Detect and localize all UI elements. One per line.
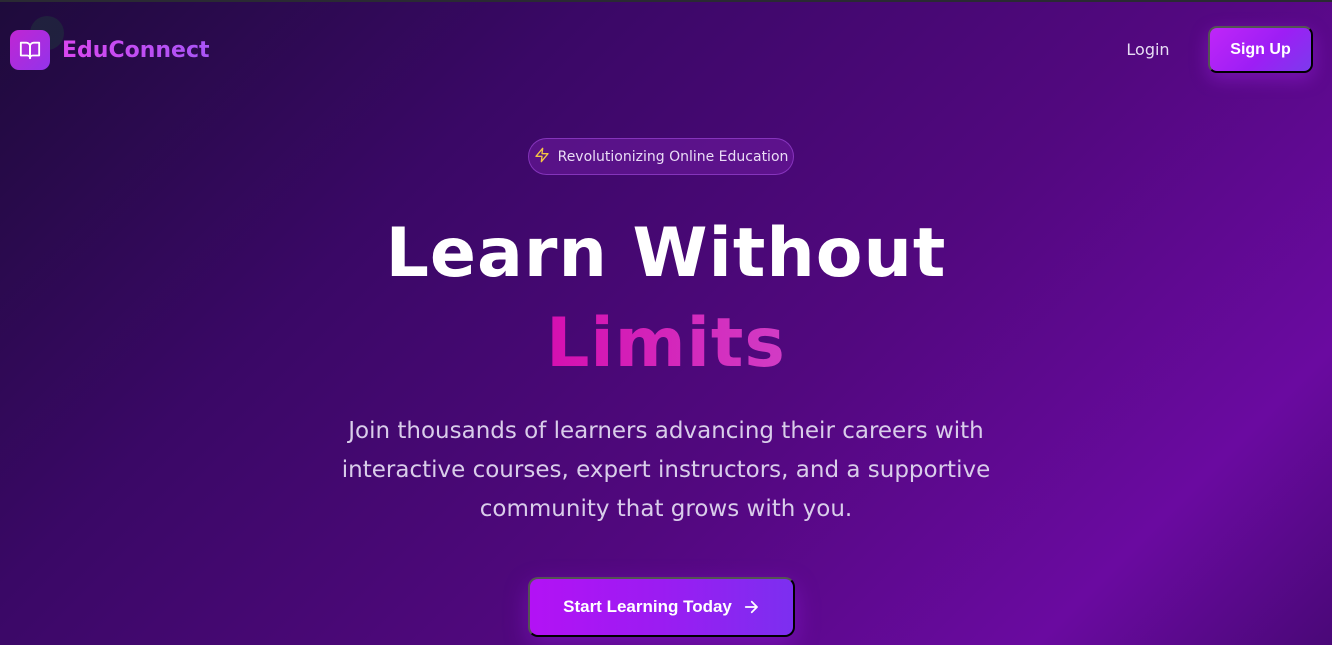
login-link[interactable]: Login xyxy=(1116,38,1180,62)
arrow-right-icon xyxy=(742,598,760,616)
hero-title: Learn Without xyxy=(385,214,947,293)
navbar: EduConnect Login Sign Up xyxy=(0,0,1332,100)
lightning-icon xyxy=(534,147,550,167)
brand-logo-link[interactable]: EduConnect xyxy=(10,30,210,70)
hero-title-highlight: Limits xyxy=(0,302,1332,386)
book-open-icon xyxy=(10,30,50,70)
badge-text: Revolutionizing Online Education xyxy=(557,148,789,165)
signup-button[interactable]: Sign Up xyxy=(1208,26,1313,73)
start-learning-button[interactable]: Start Learning Today xyxy=(528,577,795,637)
hero-title-accent: Limits xyxy=(546,304,786,383)
hero-badge: Revolutionizing Online Education xyxy=(528,138,794,175)
hero-subtitle: Join thousands of learners advancing the… xyxy=(341,418,991,522)
brand-name: EduConnect xyxy=(62,37,210,63)
cta-label: Start Learning Today xyxy=(563,597,732,616)
